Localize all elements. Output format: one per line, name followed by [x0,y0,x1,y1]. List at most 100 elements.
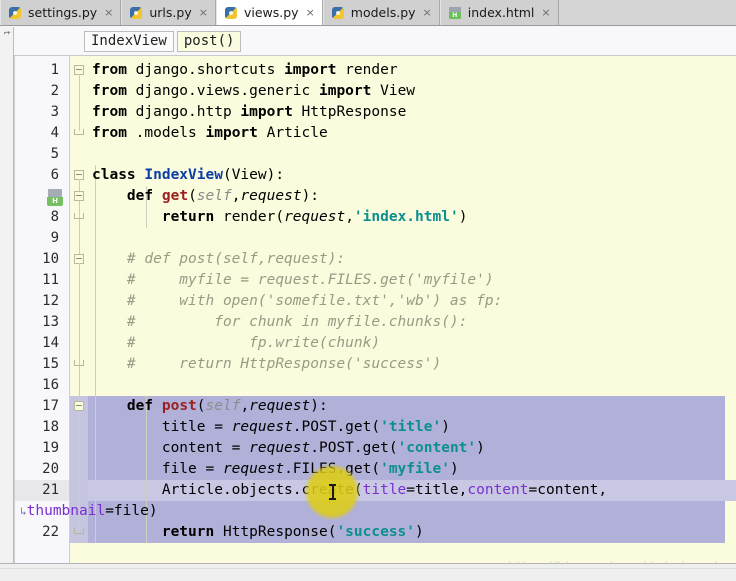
close-icon[interactable]: × [306,7,315,18]
fold-region-end-marker[interactable] [74,129,84,135]
code-token: from [92,125,127,141]
code-token: self [196,188,232,204]
code-line: # with open('somefile.txt','wb') as fp: [92,291,736,312]
code-folding-strip[interactable] [70,56,88,564]
editor-tab-bar: settings.py×urls.py×views.py×models.py×i… [0,0,736,26]
line-number: 14 [42,335,59,351]
code-token: request [249,440,311,456]
code-token: render( [214,209,285,225]
fold-region-line [79,263,80,362]
code-token: from [92,62,127,78]
code-text-area[interactable]: from django.shortcuts import render from … [20,56,736,564]
html-file-icon [448,6,463,20]
fold-collapse-icon[interactable] [74,191,85,202]
editor-tab-index-html[interactable]: index.html × [439,0,559,25]
code-token: thumbnail [26,503,106,519]
code-line: content = request.POST.get('content') [92,438,736,459]
fold-collapse-icon[interactable] [74,401,85,412]
code-token: content [467,482,529,498]
code-editor[interactable]: 12345678910111213141516171819202122H fro… [14,56,736,564]
code-token: ) [458,209,468,225]
line-wrap-indicator-icon: ↳ [20,505,27,518]
line-number: 16 [42,377,59,393]
line-number: 8 [50,209,59,225]
python-file-icon [9,6,23,20]
code-token: # for chunk in myfile.chunks(): [92,314,468,330]
code-line-wrapped: ↳thumbnail=file) [20,501,736,522]
editor-tab-views-py[interactable]: views.py × [215,0,323,25]
code-token: from [92,104,127,120]
code-token: .POST.get( [310,440,398,456]
breadcrumb-class[interactable]: IndexView [84,30,174,52]
code-token: django.http [126,104,241,120]
code-token: request [249,398,311,414]
code-token: post [161,398,197,414]
html-template-marker-icon[interactable]: H [47,189,63,206]
editor-tab-label: settings.py [28,5,98,20]
line-number: 22 [42,524,59,540]
code-token: class [92,167,136,183]
code-token: request [240,188,302,204]
code-token: 'index.html' [353,209,459,225]
code-token: title [362,482,407,498]
code-token: ( [188,188,197,204]
code-token: ): [310,398,328,414]
close-icon[interactable]: × [104,7,113,18]
code-line: # for chunk in myfile.chunks(): [92,312,736,333]
breadcrumb: IndexView post() [14,27,736,56]
close-icon[interactable]: × [199,7,208,18]
breadcrumb-method[interactable]: post() [176,30,242,52]
code-token: # return HttpResponse('success') [92,356,442,372]
line-number-gutter[interactable]: 12345678910111213141516171819202122H [15,56,70,564]
close-icon[interactable]: × [541,7,550,18]
code-token: ) [441,419,450,435]
code-token: def [126,188,154,204]
editor-tab-models-py[interactable]: models.py × [322,0,440,25]
code-line: # def post(self,request): [92,249,736,270]
code-token: def [126,398,154,414]
code-token: render [336,62,398,78]
code-token: request [231,419,293,435]
line-number: 4 [50,125,59,141]
code-token: ( [196,398,206,414]
line-number: 10 [42,251,59,267]
line-number: 2 [50,83,59,99]
editor-tab-settings-py[interactable]: settings.py × [0,0,122,25]
code-token: View [371,83,416,99]
code-line: return render(request,'index.html') [92,207,736,228]
code-token: HttpResponse( [214,524,337,540]
code-line: from .models import Article [92,123,736,144]
code-token: file = [92,461,223,477]
fold-region-end-marker[interactable] [74,213,84,219]
code-token: , [240,398,250,414]
fold-region-end-marker[interactable] [74,528,84,534]
code-token: from [92,83,127,99]
left-tool-rail [0,27,14,564]
code-token: ) [449,461,459,477]
editor-tab-label: models.py [350,5,416,20]
code-line: return HttpResponse('success') [92,522,736,543]
fold-region-line [79,74,80,131]
code-token: Article [257,125,328,141]
code-line: file = request.FILES.get('myfile') [92,459,736,480]
fold-region-end-marker[interactable] [74,360,84,366]
code-token: django.views.generic [126,83,319,99]
editor-tab-urls-py[interactable]: urls.py × [121,0,216,25]
editor-tab-label: index.html [467,5,535,20]
code-token: # def post(self,request): [92,251,346,267]
code-token: , [345,209,354,225]
close-icon[interactable]: × [423,7,432,18]
code-token: =file) [105,503,158,519]
code-line: from django.http import HttpResponse [92,102,736,123]
line-number: 9 [50,230,59,246]
code-token: 'success' [336,524,416,540]
code-line: class IndexView(View): [92,165,736,186]
code-token: self [205,398,241,414]
code-token: 'title' [380,419,442,435]
code-token: get [161,188,189,204]
line-number: 20 [42,461,59,477]
code-token: # myfile = request.FILES.get('myfile') [92,272,494,288]
